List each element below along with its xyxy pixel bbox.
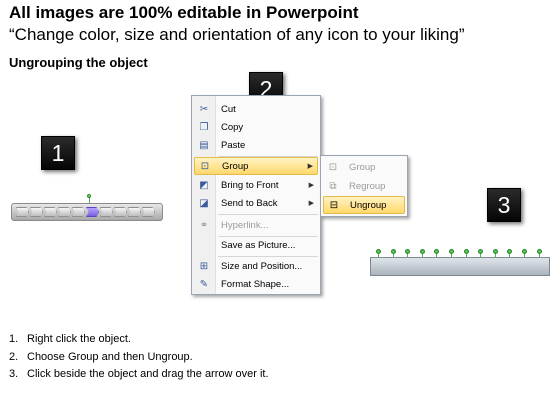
- menu-item-copy[interactable]: ❐ Copy: [194, 118, 318, 136]
- strip-segment: [72, 207, 85, 217]
- submenu-arrow-icon: ▶: [308, 182, 314, 189]
- instruction-list: 1. Right click the object. 2. Choose Group…: [9, 331, 269, 384]
- strip-segment: [100, 207, 113, 217]
- submenu-item-group[interactable]: ⊡ Group: [323, 158, 405, 176]
- rotation-handle[interactable]: [478, 249, 484, 254]
- page-title: All images are 100% editable in Powerpoi…: [9, 3, 359, 22]
- instruction-step: 1. Right click the object.: [9, 333, 131, 345]
- rotation-handle[interactable]: [419, 249, 425, 254]
- rotation-handle[interactable]: [463, 249, 469, 254]
- rotation-handle[interactable]: [492, 249, 498, 254]
- menu-item-format-shape[interactable]: ✎ Format Shape...: [194, 275, 318, 293]
- rotation-handle[interactable]: [507, 249, 513, 254]
- rotation-handle[interactable]: [434, 249, 440, 254]
- page-subtitle: “Change color, size and orientation of a…: [9, 25, 465, 44]
- menu-separator: [218, 214, 318, 215]
- instruction-step: 2. Choose Group and then Ungroup.: [9, 350, 193, 363]
- strip-segment-selected: [86, 207, 99, 217]
- size-position-icon: ⊞: [199, 260, 209, 272]
- paste-icon: ▤: [199, 139, 209, 151]
- strip-segment: [58, 207, 71, 217]
- rotation-handle[interactable]: [536, 249, 542, 254]
- menu-item-save-as-picture[interactable]: Save as Picture...: [194, 236, 318, 254]
- rotation-handle[interactable]: [449, 249, 454, 254]
- menu-item-send-to-back[interactable]: ◪ Send to Back ▶: [194, 194, 318, 212]
- menu-item-bring-to-front[interactable]: ◩ Bring to Front ▶: [194, 176, 318, 194]
- menu-item-paste[interactable]: ▤ Paste: [194, 136, 318, 154]
- copy-icon: ❐: [199, 121, 209, 133]
- strip-segment: [30, 207, 43, 217]
- step-badge-1: 1: [41, 136, 75, 170]
- step-badge-3: 3: [487, 188, 521, 222]
- rotation-handle[interactable]: [87, 194, 91, 198]
- strip-segment: [114, 207, 127, 217]
- group-icon: ⊡: [328, 161, 338, 173]
- strip-segment: [128, 207, 141, 217]
- rotation-handle[interactable]: [405, 249, 411, 254]
- bring-to-front-icon: ◩: [199, 179, 209, 191]
- section-heading: Ungrouping the object: [9, 55, 148, 70]
- context-menu: ✂ Cut ❐ Copy ▤ Paste ⊡ Group ▶ ◩ Bring t…: [191, 95, 321, 295]
- submenu-arrow-icon: ▶: [307, 163, 313, 170]
- cut-icon: ✂: [199, 103, 209, 115]
- strip-segment: [44, 207, 57, 217]
- grouped-object[interactable]: [11, 203, 163, 221]
- menu-item-hyperlink[interactable]: ⚭ Hyperlink...: [194, 216, 318, 234]
- group-submenu: ⊡ Group ⧉ Regroup ⊟ Ungroup: [320, 155, 408, 217]
- rotation-handle[interactable]: [390, 249, 396, 254]
- format-shape-icon: ✎: [199, 278, 209, 290]
- group-icon: ⊡: [200, 160, 210, 172]
- menu-item-size-and-position[interactable]: ⊞ Size and Position...: [194, 257, 318, 275]
- instruction-step: 3. Click beside the object and drag the a…: [9, 368, 269, 380]
- submenu-arrow-icon: ▶: [308, 200, 314, 207]
- menu-item-cut[interactable]: ✂ Cut: [194, 100, 318, 118]
- rotation-handle[interactable]: [522, 249, 527, 254]
- send-to-back-icon: ◪: [199, 197, 209, 209]
- menu-item-group[interactable]: ⊡ Group ▶: [194, 157, 318, 175]
- ungroup-icon: ⊟: [329, 199, 339, 211]
- regroup-icon: ⧉: [329, 180, 337, 192]
- submenu-item-regroup[interactable]: ⧉ Regroup: [323, 177, 405, 195]
- ungrouped-object[interactable]: [370, 257, 550, 276]
- submenu-item-ungroup[interactable]: ⊟ Ungroup: [323, 196, 405, 214]
- hyperlink-icon: ⚭: [199, 219, 209, 231]
- rotation-handle[interactable]: [376, 249, 381, 254]
- strip-segment: [142, 207, 155, 217]
- strip-segment: [16, 207, 29, 217]
